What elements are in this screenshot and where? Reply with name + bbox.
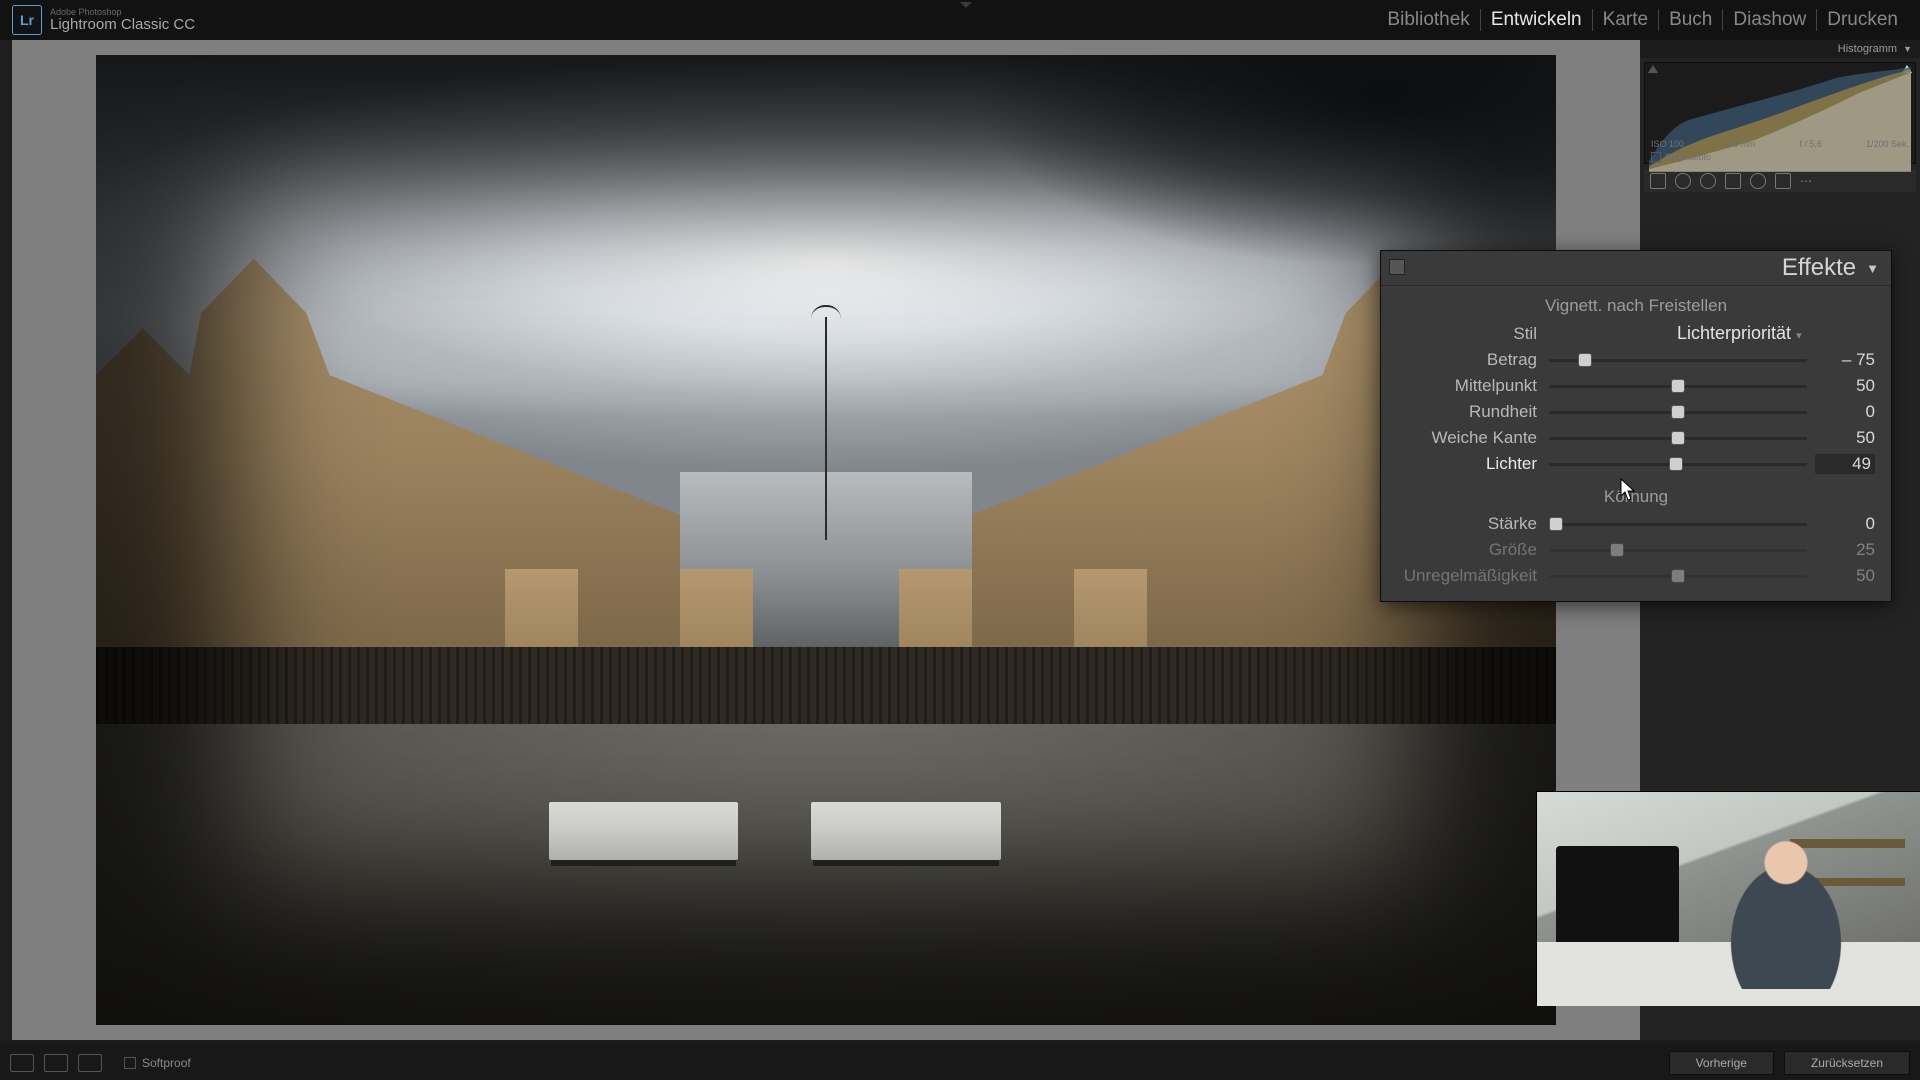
tab-book[interactable]: Buch (1659, 9, 1723, 31)
vignette-midpoint-slider[interactable] (1549, 385, 1807, 388)
reference-view-icon[interactable] (78, 1054, 102, 1072)
histogram-shutter: 1/200 Sek. (1866, 139, 1909, 149)
loupe-view-icon[interactable] (10, 1054, 34, 1072)
histogram-aperture: f / 5,6 (1799, 139, 1822, 149)
grain-roughness-label: Unregelmäßigkeit (1397, 566, 1537, 586)
webcam-overlay (1536, 791, 1920, 1006)
lightroom-logo-icon: Lr (12, 5, 42, 35)
original-photo-label: Originalfoto (1665, 152, 1711, 162)
grain-size-slider (1549, 549, 1807, 552)
vignette-roundness-label: Rundheit (1397, 402, 1537, 422)
effects-panel: Effekte ▼ Vignett. nach Freistellen Stil… (1380, 250, 1892, 602)
left-panel-collapsed[interactable] (0, 40, 12, 1040)
chevron-down-icon[interactable]: ▼ (1866, 261, 1879, 276)
histogram-panel-header[interactable]: Histogramm ▼ (1640, 40, 1920, 58)
grain-section-header: Körnung (1381, 477, 1891, 511)
softproof-checkbox[interactable] (124, 1057, 136, 1069)
crop-tool-icon[interactable] (1650, 173, 1666, 189)
more-tools-icon[interactable]: ⋯ (1800, 174, 1814, 188)
brush-tool-icon[interactable] (1775, 173, 1791, 189)
vignette-highlights-slider[interactable] (1549, 463, 1807, 466)
dropdown-icon: ▾ (1796, 330, 1802, 342)
radial-filter-tool-icon[interactable] (1750, 173, 1766, 189)
vignette-roundness-value[interactable]: 0 (1815, 402, 1875, 422)
vignette-style-label: Stil (1397, 324, 1537, 344)
grain-size-label: Größe (1397, 540, 1537, 560)
grain-roughness-slider (1549, 575, 1807, 578)
vignette-style-select[interactable]: Lichterpriorität ▾ (1547, 323, 1802, 344)
preview-image[interactable] (96, 55, 1556, 1025)
histogram-focal: 16 mm (1728, 139, 1756, 149)
before-after-view-icon[interactable] (44, 1054, 68, 1072)
previous-button[interactable]: Vorherige (1669, 1051, 1774, 1075)
grain-amount-value[interactable]: 0 (1815, 514, 1875, 534)
app-title: Lightroom Classic CC (50, 17, 195, 32)
tab-slideshow[interactable]: Diashow (1723, 9, 1817, 31)
vignette-midpoint-value[interactable]: 50 (1815, 376, 1875, 396)
vignette-amount-label: Betrag (1397, 350, 1537, 370)
histogram-iso: ISO 100 (1651, 139, 1684, 149)
bottom-toolbar: Softproof Vorherige Zurücksetzen (0, 1046, 1920, 1080)
grain-amount-slider[interactable] (1549, 523, 1807, 526)
histogram[interactable]: ISO 100 16 mm f / 5,6 1/200 Sek. Origina… (1644, 62, 1916, 164)
app-topbar: Lr Adobe Photoshop Lightroom Classic CC … (0, 0, 1920, 40)
vignette-roundness-slider[interactable] (1549, 411, 1807, 414)
grain-roughness-value: 50 (1815, 566, 1875, 586)
vignette-highlights-value[interactable]: 49 (1815, 454, 1875, 474)
vignette-feather-slider[interactable] (1549, 437, 1807, 440)
vignette-amount-value[interactable]: – 75 (1815, 350, 1875, 370)
grain-size-value: 25 (1815, 540, 1875, 560)
graduated-filter-tool-icon[interactable] (1725, 173, 1741, 189)
redeye-tool-icon[interactable] (1700, 173, 1716, 189)
module-picker: Bibliothek Entwickeln Karte Buch Diashow… (1377, 9, 1908, 31)
effects-panel-title[interactable]: Effekte (1782, 254, 1856, 282)
grain-amount-label: Stärke (1397, 514, 1537, 534)
vignette-amount-slider[interactable] (1549, 359, 1807, 362)
histogram-title: Histogramm (1838, 43, 1897, 55)
local-tools-strip: ⋯ (1644, 170, 1916, 192)
panel-toggle-switch[interactable] (1389, 259, 1405, 275)
vignette-highlights-label: Lichter (1397, 454, 1537, 474)
reset-button[interactable]: Zurücksetzen (1784, 1051, 1910, 1075)
softproof-label: Softproof (142, 1056, 191, 1070)
chevron-down-icon: ▼ (1903, 44, 1912, 54)
tab-develop[interactable]: Entwickeln (1481, 9, 1593, 31)
tab-library[interactable]: Bibliothek (1377, 9, 1480, 31)
vignette-feather-label: Weiche Kante (1397, 428, 1537, 448)
original-photo-checkbox[interactable] (1651, 152, 1661, 162)
chevron-down-icon[interactable] (960, 2, 972, 8)
tab-print[interactable]: Drucken (1817, 9, 1908, 31)
vignette-midpoint-label: Mittelpunkt (1397, 376, 1537, 396)
tab-map[interactable]: Karte (1593, 9, 1659, 31)
vignette-section-header: Vignett. nach Freistellen (1381, 286, 1891, 320)
vignette-feather-value[interactable]: 50 (1815, 428, 1875, 448)
spot-removal-tool-icon[interactable] (1675, 173, 1691, 189)
